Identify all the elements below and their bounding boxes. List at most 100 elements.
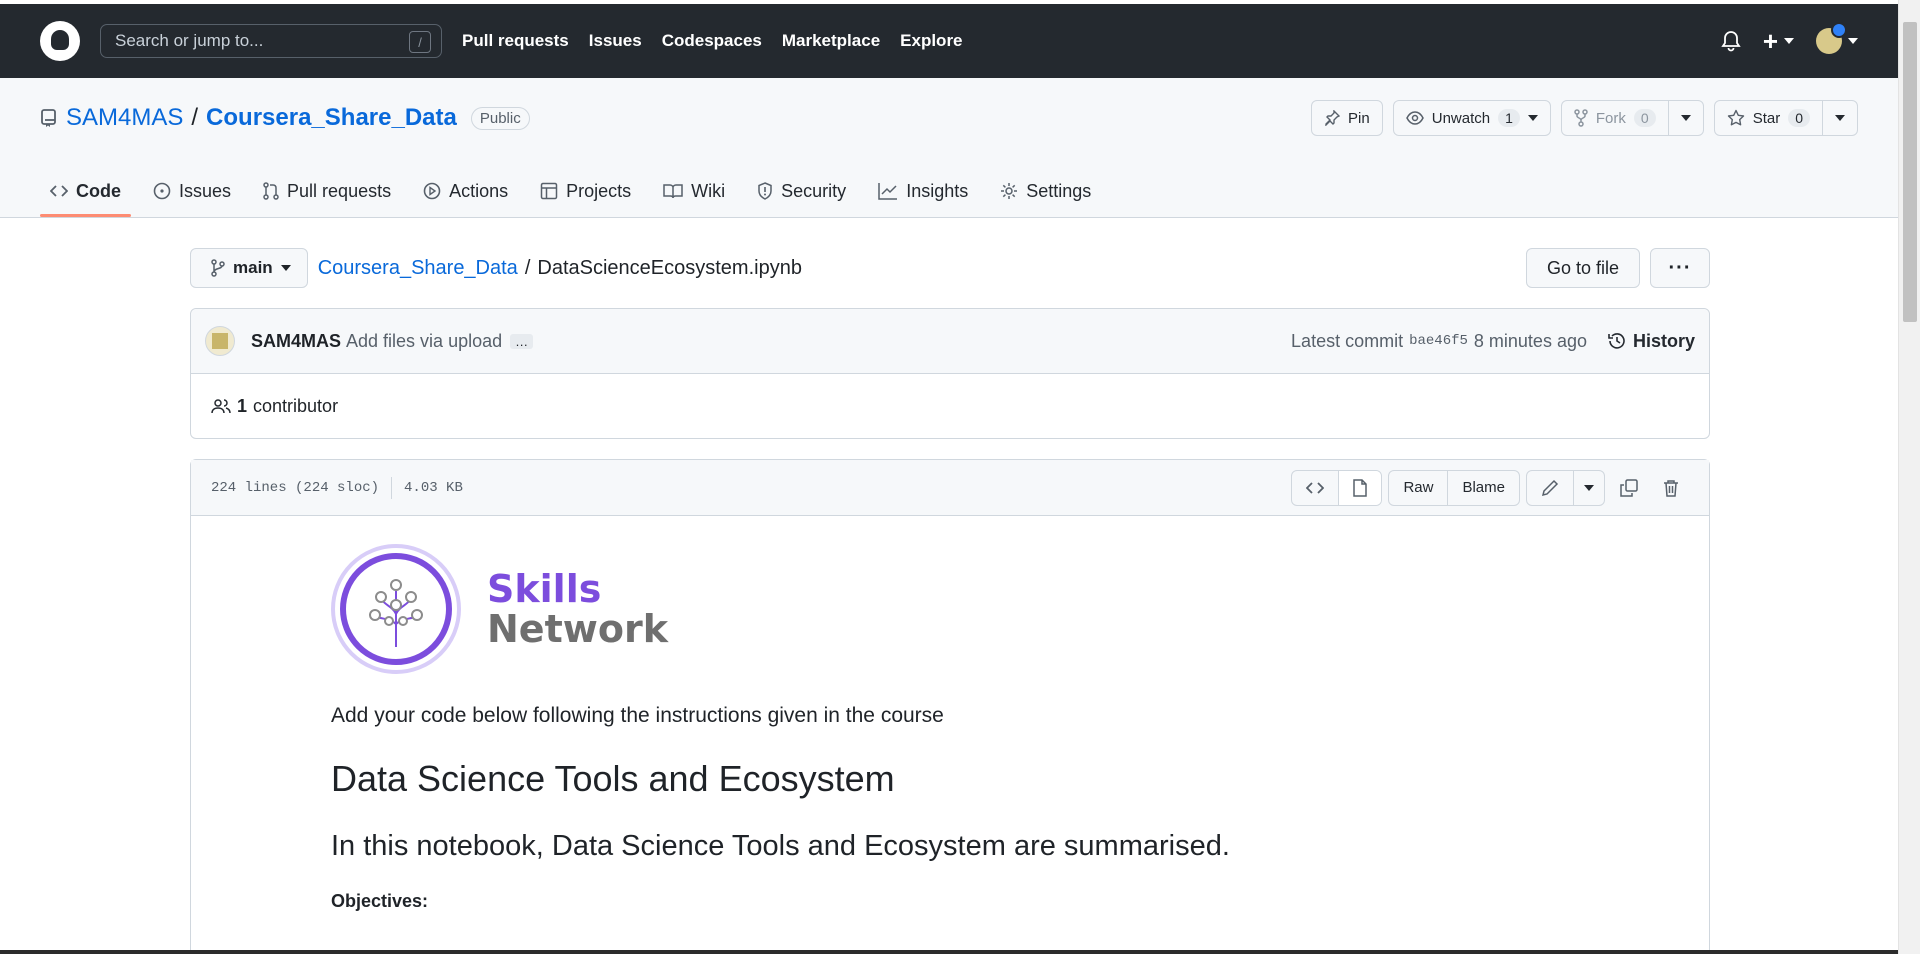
shield-icon [757,182,773,200]
history-button[interactable]: History [1607,331,1695,352]
tab-code[interactable]: Code [40,165,131,217]
pull-request-icon [263,182,279,200]
objectives-label: Objectives: [331,891,429,911]
tab-projects[interactable]: Projects [530,165,641,217]
pin-icon [1324,110,1341,126]
repo-actions: Pin Unwatch 1 Fork 0 Star 0 [1311,100,1858,136]
repo-separator: / [191,104,199,131]
tab-pull-requests[interactable]: Pull requests [253,165,401,217]
tab-label: Insights [906,180,969,201]
tab-wiki[interactable]: Wiki [653,165,735,217]
tab-settings[interactable]: Settings [990,165,1101,217]
author-avatar[interactable] [205,326,235,356]
chevron-down-icon [1680,115,1691,121]
nav-issues[interactable]: Issues [589,31,642,51]
raw-blame-group: Raw Blame [1388,469,1520,506]
tab-insights[interactable]: Insights [868,165,978,217]
breadcrumb-repo-link[interactable]: Coursera_Share_Data [318,257,518,280]
logo-word-network: Network [487,607,668,651]
history-label: History [1632,330,1695,351]
nav-explore[interactable]: Explore [900,31,962,51]
star-button-group: Star 0 [1713,100,1858,136]
notifications-bell-icon[interactable] [1721,30,1741,52]
code-icon [50,184,68,198]
skills-network-emblem-icon [331,544,461,674]
breadcrumb: Coursera_Share_Data / DataScienceEcosyst… [318,257,802,280]
pin-button[interactable]: Pin [1311,100,1383,136]
commit-row: SAM4MAS Add files via upload … Latest co… [191,309,1709,374]
branch-selector[interactable]: main [190,248,308,288]
global-nav: Pull requests Issues Codespaces Marketpl… [462,31,963,51]
logo-word-skills: Skills [487,567,602,611]
page-scrollbar[interactable] [1898,0,1920,954]
star-dropdown[interactable] [1823,101,1857,135]
issue-icon [153,182,171,200]
tab-label: Actions [449,180,509,201]
tab-actions[interactable]: Actions [413,165,518,217]
visibility-badge: Public [470,106,530,130]
edit-group [1526,469,1605,506]
scrollbar-thumb[interactable] [1903,22,1917,322]
star-icon [1727,109,1745,127]
raw-button[interactable]: Raw [1389,471,1447,505]
nav-pull-requests[interactable]: Pull requests [462,31,569,51]
star-count: 0 [1788,109,1810,127]
latest-commit-box: SAM4MAS Add files via upload … Latest co… [190,308,1710,439]
breadcrumb-file-name: DataScienceEcosystem.ipynb [537,256,802,279]
commit-message[interactable]: Add files via upload [346,331,502,352]
commit-sha[interactable]: bae46f5 [1409,333,1468,349]
window-bottom-edge [0,950,1898,954]
repo-name-link[interactable]: Coursera_Share_Data [206,104,457,132]
pin-label: Pin [1348,109,1370,127]
tab-security[interactable]: Security [747,165,856,217]
more-options-button[interactable]: ··· [1650,248,1710,288]
repo-tabs: Code Issues Pull requests Actions Projec… [40,165,1109,217]
tab-label: Wiki [691,180,726,201]
play-icon [423,182,441,200]
edit-button[interactable] [1527,471,1573,505]
github-logo-icon[interactable] [40,21,80,61]
copy-button[interactable] [1611,470,1647,506]
commit-time: 8 minutes ago [1473,330,1587,351]
global-header: Search or jump to... / Pull requests Iss… [0,4,1898,78]
pencil-icon [1541,479,1559,496]
commit-expand-button[interactable]: … [510,333,534,349]
eye-icon [1405,111,1424,125]
trash-icon [1664,479,1678,497]
notebook-heading-2: In this notebook, Data Science Tools and… [331,830,1230,862]
user-menu[interactable] [1816,22,1858,54]
commit-author[interactable]: SAM4MAS [251,331,341,352]
chevron-down-icon [1527,115,1538,121]
copy-icon [1620,478,1638,497]
nav-marketplace[interactable]: Marketplace [782,31,880,51]
tab-label: Pull requests [287,180,392,201]
search-input[interactable]: Search or jump to... / [100,24,442,58]
graph-icon [878,182,898,200]
commit-meta: Latest commit bae46f5 8 minutes ago Hist… [1291,331,1695,352]
create-new-plus-icon[interactable]: + [1763,26,1794,57]
search-shortcut-key: / [409,31,431,53]
rendered-view-button[interactable] [1338,470,1382,505]
contributor-label[interactable]: contributor [253,396,338,417]
fork-button[interactable]: Fork 0 [1562,101,1668,135]
repo-owner-link[interactable]: SAM4MAS [66,104,183,132]
blame-button[interactable]: Blame [1447,470,1519,505]
nav-codespaces[interactable]: Codespaces [662,31,762,51]
delete-button[interactable] [1653,470,1689,506]
tab-label: Security [781,180,847,201]
source-view-button[interactable] [1292,471,1338,505]
chevron-down-icon [1848,38,1858,44]
tab-label: Code [76,180,121,201]
file-icon [1353,478,1368,497]
file-line-count: 224 lines (224 sloc) [211,479,380,496]
star-button[interactable]: Star 0 [1715,101,1822,135]
latest-commit-label: Latest commit [1291,330,1404,351]
tab-issues[interactable]: Issues [143,165,241,217]
unwatch-button[interactable]: Unwatch 1 [1392,100,1551,136]
skills-network-wordmark: Skills Network [487,569,668,649]
fork-dropdown[interactable] [1669,101,1703,135]
go-to-file-button[interactable]: Go to file [1525,248,1640,288]
tab-label: Issues [179,180,232,201]
contributor-count[interactable]: 1 [237,396,247,417]
edit-dropdown[interactable] [1573,470,1604,505]
